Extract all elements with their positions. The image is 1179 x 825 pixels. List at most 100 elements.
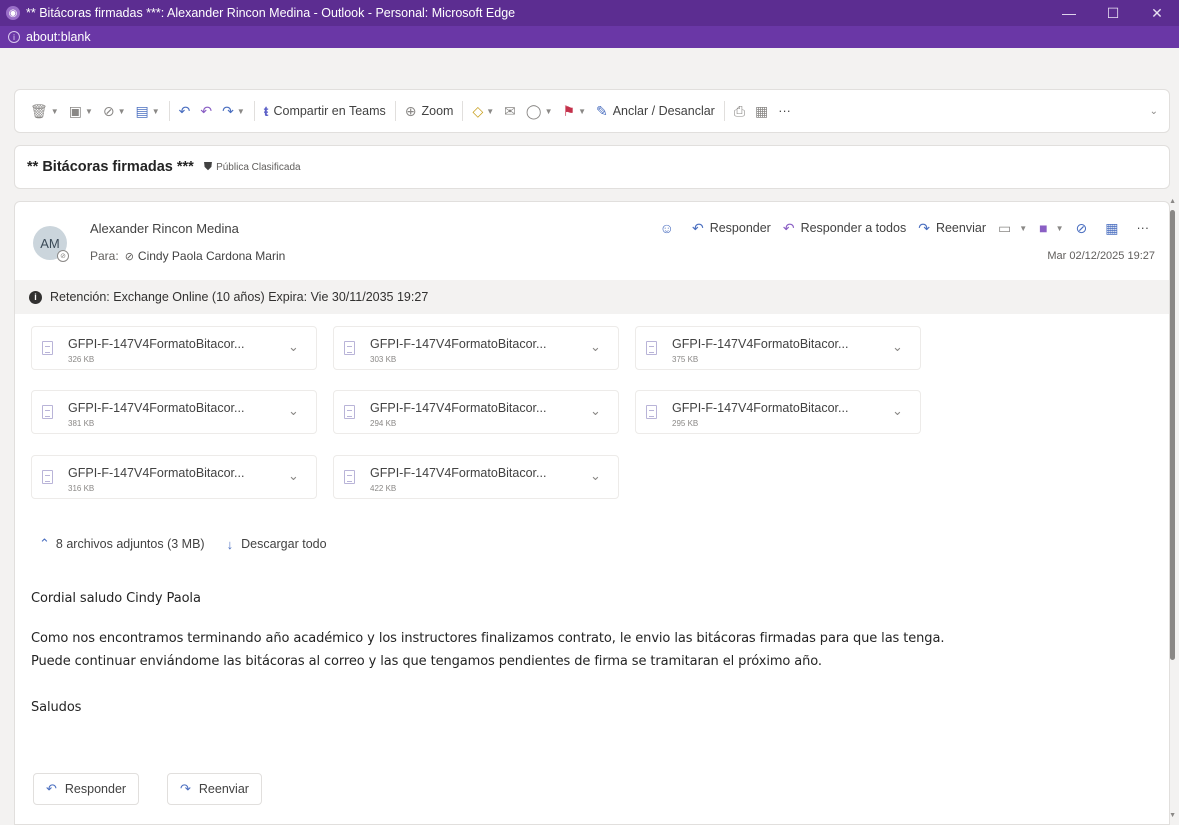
document-icon xyxy=(646,341,657,355)
immersive-reader-button[interactable]: ▦ xyxy=(750,97,773,125)
attachment-name: GFPI-F-147V4FormatoBitacor... xyxy=(68,337,245,351)
apps-icon: ■ xyxy=(1039,220,1048,236)
download-all-button[interactable]: ↓ Descargar todo xyxy=(227,537,327,552)
reply-all-action-button[interactable]: ↶ Responder a todos xyxy=(777,220,912,237)
reply-all-button[interactable]: ↶ xyxy=(195,97,217,125)
body-line-2: Puede continuar enviándome las bitácoras… xyxy=(31,654,822,669)
label-button[interactable]: ◯ ▼ xyxy=(521,97,558,125)
recipient-name[interactable]: Cindy Paola Cardona Marin xyxy=(138,249,285,263)
categorize-button[interactable]: ◇ ▼ xyxy=(467,97,499,125)
attachments-summary: ⌃ 8 archivos adjuntos (3 MB) ↓ Descargar… xyxy=(39,536,327,552)
tag-icon: ◇ xyxy=(472,102,484,119)
attachment-card[interactable]: GFPI-F-147V4FormatoBitacor... 381 KB ⌄ xyxy=(31,390,317,434)
print-button[interactable]: ⎙ xyxy=(729,97,750,125)
loop-button[interactable]: ⊘ xyxy=(1070,220,1100,237)
chevron-down-icon: ▼ xyxy=(1019,223,1028,233)
emoji-reaction-button[interactable]: ☺ xyxy=(654,220,686,236)
chevron-down-icon[interactable]: ⌄ xyxy=(892,403,903,419)
address-url[interactable]: about:blank xyxy=(26,30,91,44)
share-teams-button[interactable]: ŧ Compartir en Teams xyxy=(259,97,391,125)
classification-label: Pública Clasificada xyxy=(216,161,301,173)
teams-icon: ŧ xyxy=(263,103,269,119)
document-icon xyxy=(42,405,53,419)
zoom-label: Zoom xyxy=(421,104,454,118)
print-icon: ⎙ xyxy=(733,102,746,119)
reply-icon: ↶ xyxy=(691,219,704,236)
chat-icon: ▭ xyxy=(997,219,1012,236)
more-options-button[interactable]: ··· xyxy=(773,97,796,125)
toolbar-divider xyxy=(462,101,464,121)
delete-button[interactable]: 🗑 ▼ xyxy=(25,97,64,125)
document-icon xyxy=(646,405,657,419)
trash-icon: 🗑 xyxy=(30,102,48,119)
chevron-down-icon[interactable]: ⌄ xyxy=(288,403,299,419)
attachment-card[interactable]: GFPI-F-147V4FormatoBitacor... 294 KB ⌄ xyxy=(333,390,619,434)
document-icon xyxy=(344,470,355,484)
footer-reply-button[interactable]: ↶ Responder xyxy=(33,773,140,805)
forward-button[interactable]: ↷ ▼ xyxy=(217,97,250,125)
label-icon: ◯ xyxy=(525,102,542,119)
pin-button[interactable]: ✎ Anclar / Desanclar xyxy=(591,97,720,125)
report-icon: ⊘ xyxy=(102,102,115,119)
mark-unread-button[interactable]: ✉ xyxy=(499,97,521,125)
chevron-down-icon[interactable]: ⌄ xyxy=(590,468,601,484)
chevron-down-icon: ▼ xyxy=(486,106,495,116)
forward-action-button[interactable]: ↷ Reenviar xyxy=(912,220,992,237)
outlook-app-icon: ◉ xyxy=(6,6,20,20)
maximize-button[interactable]: ☐ xyxy=(1091,0,1135,26)
smiley-icon: ☺ xyxy=(659,220,674,236)
attachment-card[interactable]: GFPI-F-147V4FormatoBitacor... 316 KB ⌄ xyxy=(31,455,317,499)
footer-forward-button[interactable]: ↷ Reenviar xyxy=(167,773,262,805)
forward-icon: ↷ xyxy=(222,102,234,119)
pin-icon: ✎ xyxy=(595,102,608,119)
document-icon xyxy=(344,405,355,419)
attachments-count[interactable]: 8 archivos adjuntos (3 MB) xyxy=(56,537,205,551)
scrollbar-thumb[interactable] xyxy=(1170,210,1175,660)
attachment-card[interactable]: GFPI-F-147V4FormatoBitacor... 326 KB ⌄ xyxy=(31,326,317,370)
move-button[interactable]: ▤ ▼ xyxy=(131,97,165,125)
toolbar-divider xyxy=(394,101,396,121)
chevron-down-icon[interactable]: ⌄ xyxy=(590,339,601,355)
folder-move-icon: ▤ xyxy=(135,102,149,119)
attachment-size: 295 KB xyxy=(672,419,699,428)
reader-view-button[interactable]: ▦ xyxy=(1099,220,1130,237)
chevron-down-icon[interactable]: ⌄ xyxy=(288,339,299,355)
chevron-down-icon[interactable]: ⌄ xyxy=(892,339,903,355)
reply-button[interactable]: ↶ xyxy=(174,97,196,125)
reply-action-button[interactable]: ↶ Responder xyxy=(686,220,777,237)
attachment-card[interactable]: GFPI-F-147V4FormatoBitacor... 295 KB ⌄ xyxy=(635,390,921,434)
teams-chat-button[interactable]: ▭ ▼ xyxy=(992,220,1033,237)
chevron-down-icon: ▼ xyxy=(84,106,93,116)
reply-icon: ↶ xyxy=(178,102,191,119)
chevron-down-icon: ▼ xyxy=(1055,223,1064,233)
scroll-down-icon[interactable]: ▼ xyxy=(1169,812,1176,819)
chevron-down-icon[interactable]: ⌄ xyxy=(590,403,601,419)
more-actions-button[interactable]: ··· xyxy=(1131,221,1156,235)
window-title: ** Bitácoras firmadas ***: Alexander Rin… xyxy=(26,6,516,20)
attachment-size: 326 KB xyxy=(68,355,95,364)
sender-name[interactable]: Alexander Rincon Medina xyxy=(90,221,239,236)
attachment-card[interactable]: GFPI-F-147V4FormatoBitacor... 422 KB ⌄ xyxy=(333,455,619,499)
message-pane: AM ⊘ Alexander Rincon Medina Para: ⊘ Cin… xyxy=(14,201,1170,825)
reply-icon: ↶ xyxy=(46,781,57,796)
attachment-card[interactable]: GFPI-F-147V4FormatoBitacor... 303 KB ⌄ xyxy=(333,326,619,370)
zoom-icon: ⊕ xyxy=(404,102,417,119)
close-button[interactable]: ✕ xyxy=(1135,0,1179,26)
loop-icon: ⊘ xyxy=(1075,219,1088,236)
flag-button[interactable]: ⚑ ▼ xyxy=(558,97,591,125)
apps-button[interactable]: ■ ▼ xyxy=(1033,220,1069,236)
collapse-icon[interactable]: ⌃ xyxy=(39,536,50,552)
scroll-up-icon[interactable]: ▲ xyxy=(1169,198,1176,205)
forward-icon: ↷ xyxy=(918,219,930,236)
chevron-down-icon[interactable]: ⌄ xyxy=(288,468,299,484)
report-button[interactable]: ⊘ ▼ xyxy=(98,97,131,125)
expand-toolbar-button[interactable]: ⌄ xyxy=(1142,97,1163,125)
attachment-card[interactable]: GFPI-F-147V4FormatoBitacor... 375 KB ⌄ xyxy=(635,326,921,370)
minimize-button[interactable]: — xyxy=(1047,0,1091,26)
info-icon[interactable]: i xyxy=(8,31,20,43)
reply-all-icon: ↶ xyxy=(782,219,795,236)
zoom-button[interactable]: ⊕ Zoom xyxy=(400,97,459,125)
grid-icon: ▦ xyxy=(1105,219,1119,236)
archive-button[interactable]: ▣ ▼ xyxy=(64,97,98,125)
toolbar-divider xyxy=(253,101,255,121)
